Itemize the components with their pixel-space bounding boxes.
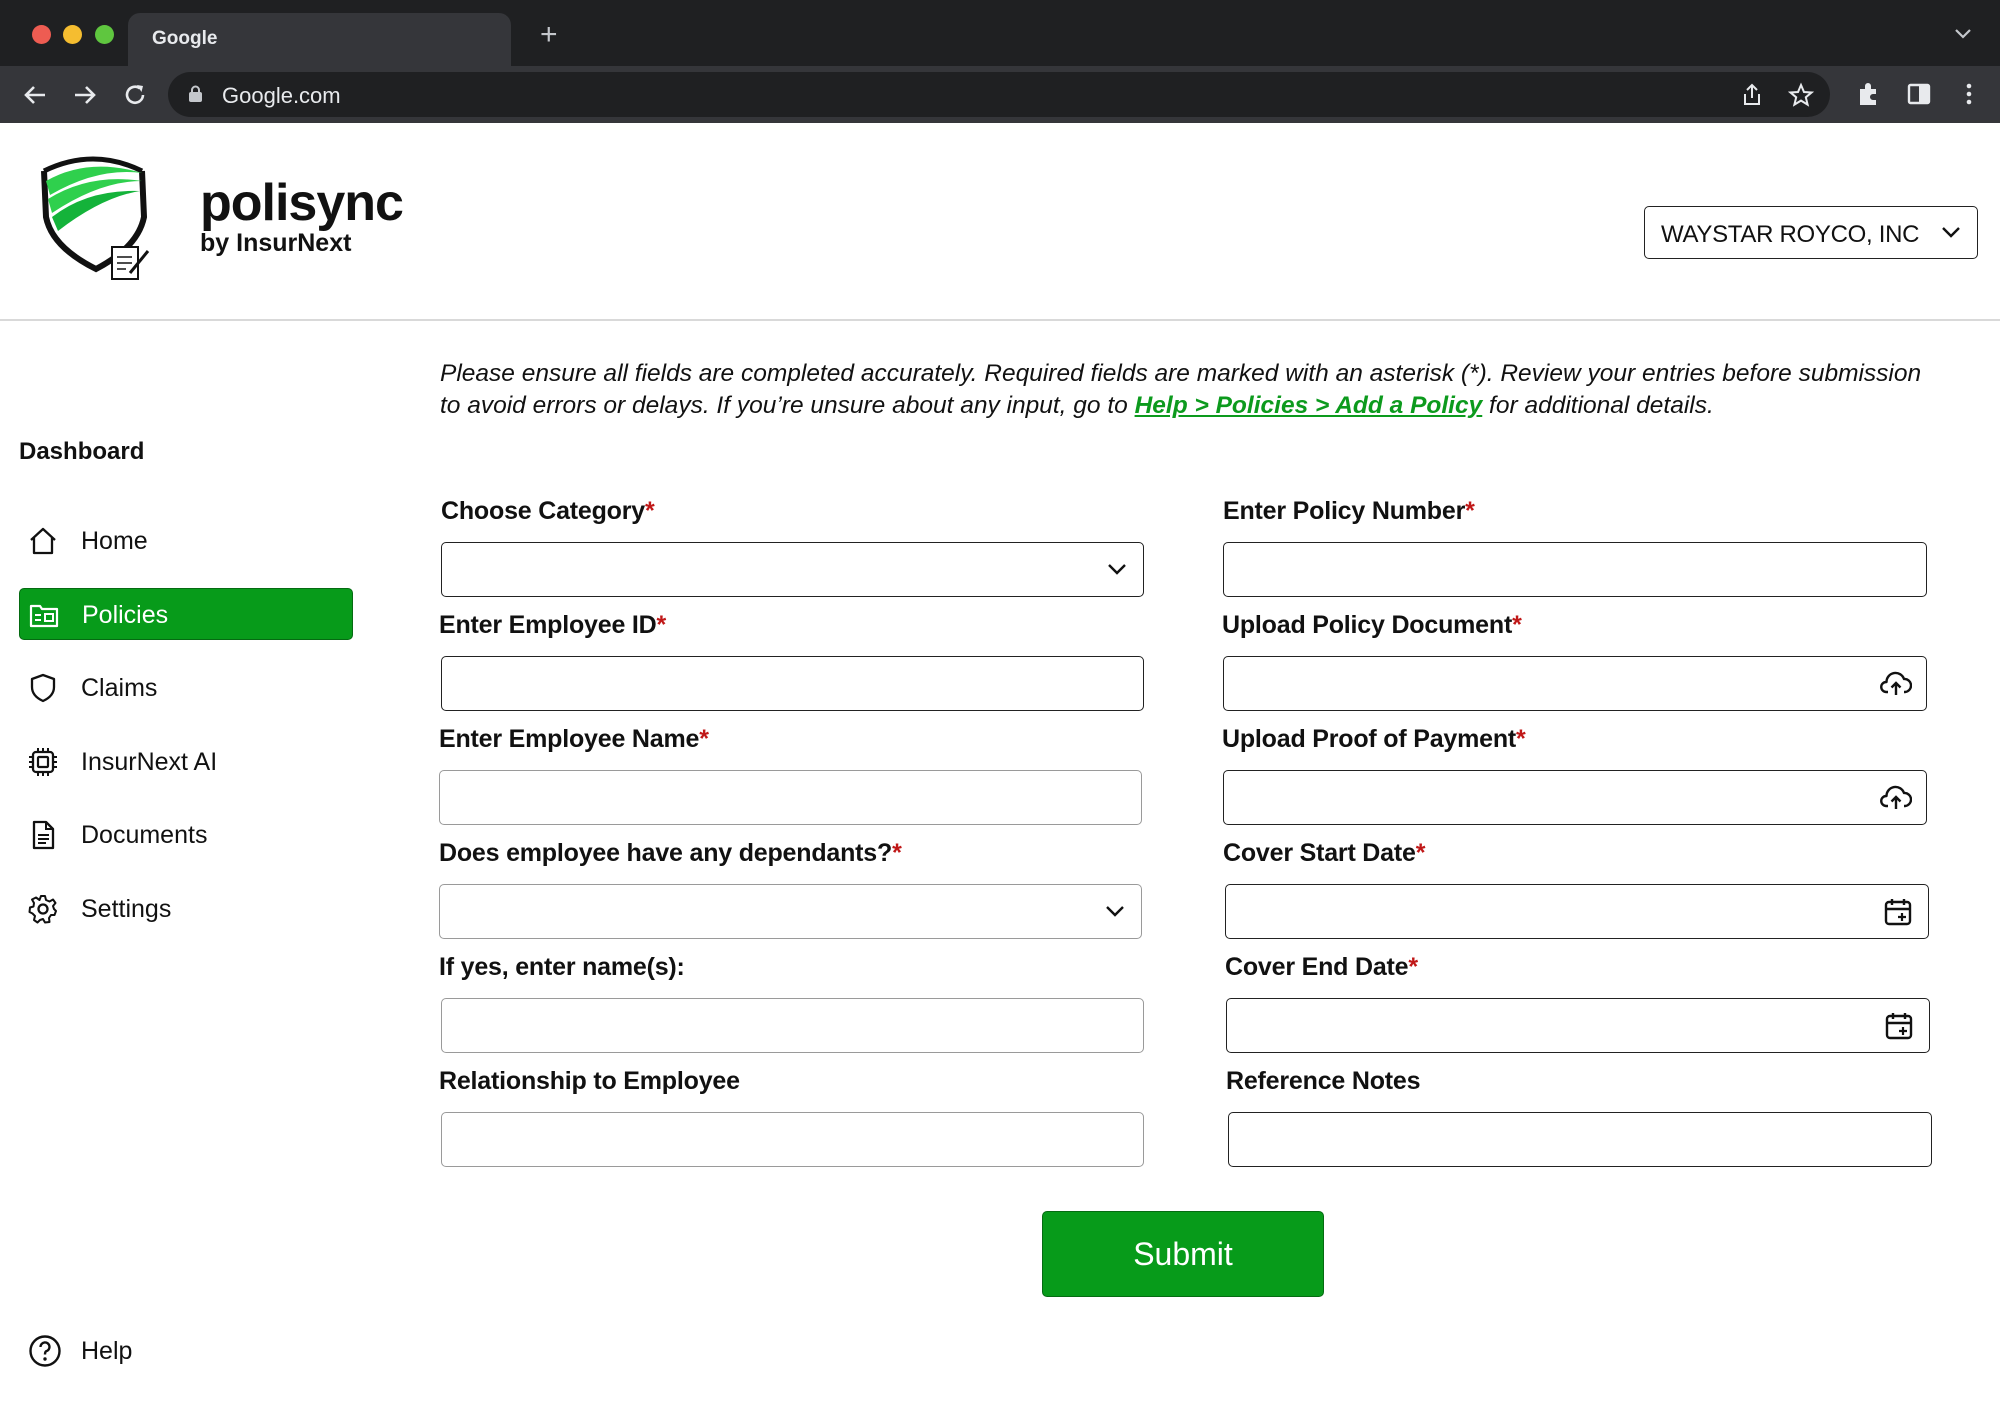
chevron-down-icon <box>1108 564 1126 575</box>
calendar-add-icon[interactable] <box>1883 1012 1915 1040</box>
shield-icon <box>30 673 56 703</box>
folder-id-icon <box>29 604 59 628</box>
polisync-logo-icon <box>41 156 150 280</box>
dependant-names-label: If yes, enter name(s): <box>439 953 685 981</box>
tab-title: Google <box>152 28 218 49</box>
sidebar-item-label: Claims <box>81 674 158 702</box>
dependants-label: Does employee have any dependants?* <box>439 839 902 867</box>
employee-name-label: Enter Employee Name* <box>439 725 709 753</box>
sidebar-item-label: InsurNext AI <box>81 748 218 776</box>
company-name: WAYSTAR ROYCO, INC <box>1661 221 1920 248</box>
address-bar[interactable]: Google.com <box>168 72 1830 117</box>
brand-tagline: by InsurNext <box>200 229 352 257</box>
more-menu-icon[interactable] <box>1955 80 1983 108</box>
chevron-down-icon <box>1106 906 1124 917</box>
dependant-names-input[interactable] <box>441 998 1144 1053</box>
share-icon[interactable] <box>1739 82 1765 108</box>
side-panel-icon[interactable] <box>1905 80 1933 108</box>
url-text: Google.com <box>222 83 341 108</box>
instructions-text: Please ensure all fields are completed a… <box>440 358 1940 422</box>
tab-bar: Google + <box>0 0 2000 66</box>
dependants-select[interactable] <box>439 884 1142 939</box>
company-selector[interactable]: WAYSTAR ROYCO, INC <box>1644 206 1978 259</box>
instructions-text-end: for additional details. <box>1482 392 1714 419</box>
cover-start-date-input[interactable] <box>1225 884 1929 939</box>
chevron-down-icon <box>1942 227 1960 238</box>
sidebar-item-home[interactable]: Home <box>19 515 353 567</box>
gear-icon <box>28 895 57 924</box>
policy-document-label: Upload Policy Document* <box>1222 611 1522 639</box>
employee-id-label: Enter Employee ID* <box>439 611 667 639</box>
sidebar-item-label: Policies <box>82 601 169 629</box>
tab-search-chevron-icon[interactable] <box>1954 26 1972 40</box>
help-label: Help <box>81 1337 133 1365</box>
sidebar-item-insurnext-ai[interactable]: InsurNext AI <box>19 736 353 788</box>
lock-icon <box>189 85 202 102</box>
sidebar-heading: Dashboard <box>19 438 145 465</box>
calendar-add-icon[interactable] <box>1882 898 1914 926</box>
help-link[interactable]: Help <box>26 1334 166 1370</box>
close-window-button[interactable] <box>32 25 51 44</box>
back-arrow-icon[interactable] <box>20 80 50 110</box>
sidebar-item-documents[interactable]: Documents <box>19 809 353 861</box>
category-label: Choose Category* <box>441 497 655 525</box>
cover-start-date-label: Cover Start Date* <box>1223 839 1426 867</box>
new-tab-button[interactable]: + <box>540 20 558 50</box>
app-header: polisync by InsurNext WAYSTAR ROYCO, INC <box>0 123 2000 321</box>
employee-id-input[interactable] <box>441 656 1144 711</box>
submit-button[interactable]: Submit <box>1042 1211 1324 1297</box>
bookmark-star-icon[interactable] <box>1788 82 1814 108</box>
home-icon <box>30 527 56 555</box>
reload-icon[interactable] <box>120 80 150 110</box>
browser-chrome: Google + Google.com <box>0 0 2000 123</box>
document-icon <box>32 820 55 850</box>
cover-end-date-input[interactable] <box>1226 998 1930 1053</box>
help-question-icon <box>29 1335 61 1367</box>
relationship-input[interactable] <box>441 1112 1144 1167</box>
forward-arrow-icon[interactable] <box>70 80 100 110</box>
sidebar-item-label: Home <box>81 527 148 555</box>
employee-name-input[interactable] <box>439 770 1142 825</box>
relationship-label: Relationship to Employee <box>439 1067 740 1095</box>
brand-name: polisync <box>200 174 404 232</box>
reference-notes-input[interactable] <box>1228 1112 1932 1167</box>
cover-end-date-label: Cover End Date* <box>1225 953 1418 981</box>
cloud-upload-icon[interactable] <box>1880 784 1912 812</box>
proof-of-payment-label: Upload Proof of Payment* <box>1222 725 1526 753</box>
policy-document-upload[interactable] <box>1223 656 1927 711</box>
help-breadcrumb-link[interactable]: Help > Policies > Add a Policy <box>1135 392 1483 419</box>
minimize-window-button[interactable] <box>63 25 82 44</box>
sidebar-item-label: Documents <box>81 821 208 849</box>
browser-tab[interactable]: Google <box>128 13 511 66</box>
browser-toolbar: Google.com <box>0 66 2000 123</box>
sidebar-item-policies[interactable]: Policies <box>19 588 353 640</box>
sidebar-item-label: Settings <box>81 895 172 923</box>
extensions-puzzle-icon[interactable] <box>1855 80 1883 108</box>
category-select[interactable] <box>441 542 1144 597</box>
reference-notes-label: Reference Notes <box>1226 1067 1421 1095</box>
cloud-upload-icon[interactable] <box>1880 670 1912 698</box>
policy-number-label: Enter Policy Number* <box>1223 497 1475 525</box>
chip-icon <box>29 748 57 776</box>
sidebar-item-claims[interactable]: Claims <box>19 662 353 714</box>
sidebar-item-settings[interactable]: Settings <box>19 883 353 935</box>
proof-of-payment-upload[interactable] <box>1223 770 1927 825</box>
maximize-window-button[interactable] <box>95 25 114 44</box>
policy-number-input[interactable] <box>1223 542 1927 597</box>
